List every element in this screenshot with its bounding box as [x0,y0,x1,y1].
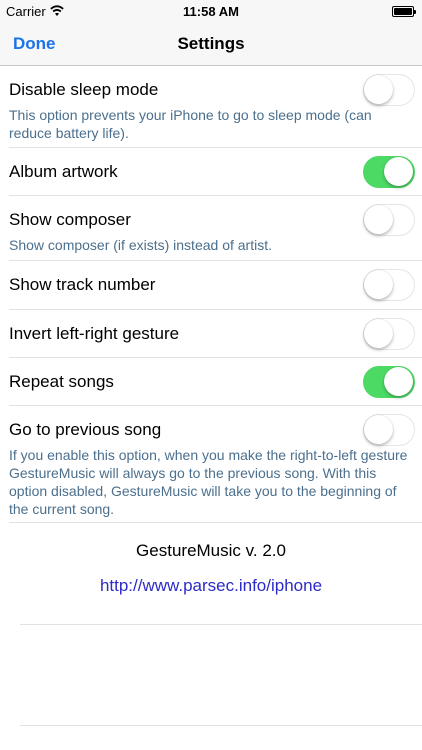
show-track-number-toggle[interactable] [363,269,415,301]
setting-row-previous-song: Go to previous song If you enable this o… [0,406,422,522]
website-link[interactable]: http://www.parsec.info/iphone [0,576,422,596]
page-title: Settings [177,34,245,53]
setting-label: Invert left-right gesture [9,324,180,343]
footer-divider [20,725,422,726]
invert-gesture-toggle[interactable] [363,318,415,350]
status-bar: Carrier 11:58 AM [0,0,422,24]
setting-description: This option prevents your iPhone to go t… [9,107,372,141]
status-time: 11:58 AM [183,4,239,19]
setting-row-show-composer: Show composer Show composer (if exists) … [0,196,422,260]
setting-label: Album artwork [9,162,118,181]
setting-row-invert-gesture: Invert left-right gesture [0,310,422,358]
nav-bar: Done Settings [0,24,422,66]
setting-label: Go to previous song [9,420,162,439]
setting-label: Show composer [9,210,131,229]
battery-icon [392,6,416,17]
footer-divider [20,624,422,625]
setting-row-repeat-songs: Repeat songs [0,358,422,406]
setting-label: Show track number [9,275,156,294]
setting-row-disable-sleep: Disable sleep mode This option prevents … [0,66,422,148]
show-composer-toggle[interactable] [363,204,415,236]
album-artwork-toggle[interactable] [363,156,415,188]
setting-row-album-artwork: Album artwork [0,148,422,196]
setting-description: If you enable this option, when you make… [9,447,408,517]
setting-label: Disable sleep mode [9,80,159,99]
setting-label: Repeat songs [9,372,114,391]
disable-sleep-toggle[interactable] [363,74,415,106]
row-divider [9,522,422,523]
repeat-songs-toggle[interactable] [363,366,415,398]
app-version: GestureMusic v. 2.0 [136,541,286,560]
setting-description: Show composer (if exists) instead of art… [9,237,272,253]
previous-song-toggle[interactable] [363,414,415,446]
setting-row-show-track-number: Show track number [0,261,422,309]
